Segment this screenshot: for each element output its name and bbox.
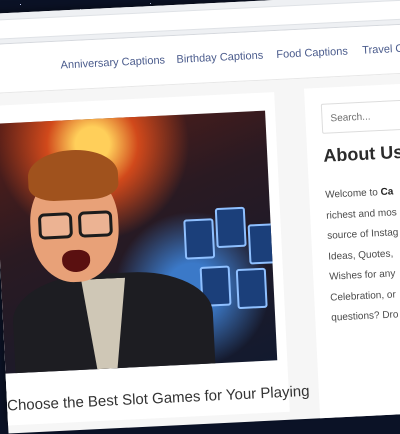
nav-anniversary-captions[interactable]: Anniversary Captions bbox=[60, 54, 165, 71]
post-card: Choose the Best Slot Games for Your Play… bbox=[0, 92, 310, 426]
excited-man-figure bbox=[5, 144, 217, 374]
star bbox=[150, 3, 151, 4]
about-heading: About Us bbox=[322, 141, 400, 166]
nav-travel-captions[interactable]: Travel Captions bbox=[362, 41, 400, 57]
sidebar: About Us Welcome to Ca richest and mos s… bbox=[304, 81, 400, 419]
nav-food-captions[interactable]: Food Captions bbox=[276, 45, 348, 60]
about-text: Welcome to Ca richest and mos source of … bbox=[325, 179, 400, 329]
page-content: Choose the Best Slot Games for Your Play… bbox=[0, 70, 400, 434]
about-line: Welcome to Ca bbox=[324, 186, 394, 201]
post-featured-image[interactable] bbox=[0, 110, 278, 374]
star bbox=[20, 4, 21, 5]
post-title[interactable]: Choose the Best Slot Games for Your Play… bbox=[7, 383, 310, 415]
browser-window: Anniversary Captions Birthday Captions F… bbox=[0, 0, 400, 434]
site-name: Ca bbox=[380, 186, 394, 199]
search-input[interactable] bbox=[320, 97, 400, 134]
nav-birthday-captions[interactable]: Birthday Captions bbox=[176, 50, 263, 66]
